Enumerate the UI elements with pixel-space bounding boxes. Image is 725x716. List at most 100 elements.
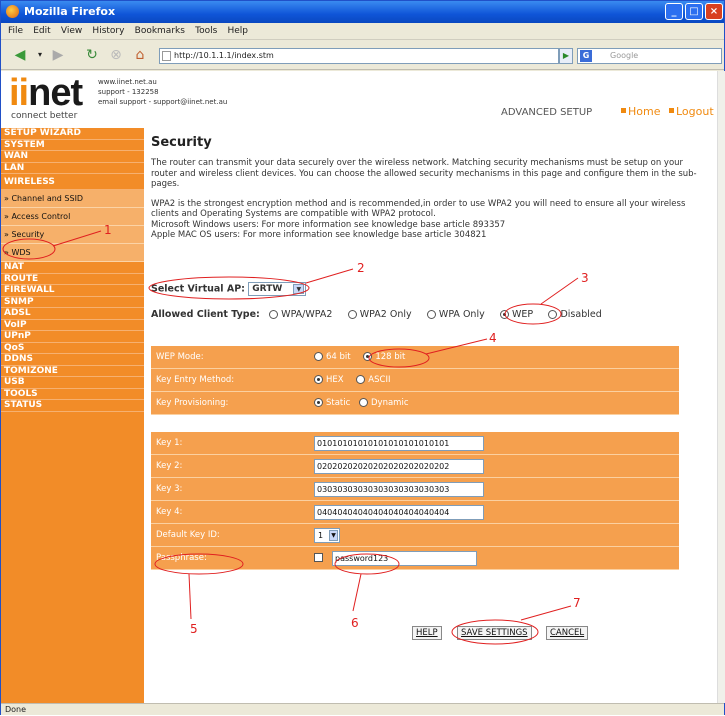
key2-row: Key 2: 02020202020202020202020202	[151, 455, 679, 478]
url-bar[interactable]: http://10.1.1.1/index.stm	[159, 48, 559, 64]
key4-input[interactable]: 04040404040404040404040404	[314, 505, 484, 520]
default-key-label: Default Key ID:	[156, 530, 220, 540]
section-label: ADVANCED SETUP	[501, 107, 593, 118]
sidebar-item-wireless[interactable]: WIRELESS	[1, 174, 144, 190]
sidebar-item-status[interactable]: STATUS	[1, 400, 144, 412]
home-icon[interactable]: ⌂	[129, 45, 151, 65]
menu-history[interactable]: History	[92, 23, 124, 40]
sidebar-item-system[interactable]: SYSTEM	[1, 140, 144, 151]
sidebar-subitem-channel-ssid[interactable]: » Channel and SSID	[1, 190, 144, 208]
sidebar-item-tomizone[interactable]: TOMIZONE	[1, 366, 144, 377]
sidebar-item-firewall[interactable]: FIREWALL	[1, 285, 144, 297]
virtual-ap-row: Select Virtual AP: GRTW ▼	[151, 282, 307, 296]
key1-input[interactable]: 01010101010101010101010101	[314, 436, 484, 451]
menu-view[interactable]: View	[61, 23, 82, 40]
wep-mode-options: 64 bit 128 bit	[314, 346, 405, 369]
key2-input[interactable]: 02020202020202020202020202	[314, 459, 484, 474]
wpa2-note: WPA2 is the strongest encryption method …	[151, 199, 711, 241]
annotation-number-4: 4	[489, 331, 497, 345]
client-option-wpa2-only[interactable]: WPA2 Only	[347, 309, 412, 320]
logo-tagline: connect better	[11, 111, 78, 121]
back-icon[interactable]: ◀	[9, 45, 31, 65]
chevron-down-icon: ▼	[293, 284, 305, 294]
save-settings-button[interactable]: SAVE SETTINGS	[457, 626, 532, 640]
search-box[interactable]: G Google	[577, 48, 722, 64]
sidebar-item-ddns[interactable]: DDNS	[1, 354, 144, 366]
vertical-scrollbar[interactable]	[717, 71, 725, 703]
virtual-ap-label: Select Virtual AP:	[151, 283, 245, 295]
menu-file[interactable]: File	[8, 23, 23, 40]
menu-bookmarks[interactable]: Bookmarks	[135, 23, 185, 40]
cancel-button[interactable]: CANCEL	[546, 626, 589, 640]
navigation-toolbar: ◀ ▾ ▶ ↻ ⊗ ⌂ http://10.1.1.1/index.stm ▶ …	[1, 40, 724, 70]
key-provisioning-row: Key Provisioning: Static Dynamic	[151, 392, 679, 415]
menu-edit[interactable]: Edit	[33, 23, 50, 40]
dynamic-radio[interactable]: Dynamic	[359, 398, 409, 408]
key3-row: Key 3: 03030303030303030303030303	[151, 478, 679, 501]
sidebar-subitem-access-control[interactable]: » Access Control	[1, 208, 144, 226]
client-option-wpa-wpa2[interactable]: WPA/WPA2	[269, 309, 332, 320]
wep-keys-panel: Key 1: 01010101010101010101010101 Key 2:…	[151, 432, 679, 570]
client-option-disabled[interactable]: Disabled	[548, 309, 602, 320]
menu-tools[interactable]: Tools	[195, 23, 217, 40]
sidebar-subitem-security[interactable]: » Security	[1, 226, 144, 244]
contact-info: www.iinet.net.au support - 132258 email …	[98, 77, 227, 107]
iinet-logo: iinet	[9, 72, 83, 114]
stop-icon[interactable]: ⊗	[105, 45, 127, 65]
menu-help[interactable]: Help	[227, 23, 248, 40]
annotation-number-7: 7	[573, 596, 581, 610]
sidebar-item-adsl[interactable]: ADSL	[1, 308, 144, 320]
key-entry-row: Key Entry Method: HEX ASCII	[151, 369, 679, 392]
home-link[interactable]: Home	[628, 105, 660, 118]
key3-label: Key 3:	[156, 484, 183, 494]
annotation-number-2: 2	[357, 261, 365, 275]
status-bar: Done	[1, 703, 724, 715]
google-icon: G	[580, 50, 592, 62]
maximize-button[interactable]: □	[685, 3, 703, 20]
client-option-wpa-only[interactable]: WPA Only	[426, 309, 485, 320]
reload-icon[interactable]: ↻	[81, 45, 103, 65]
passphrase-input[interactable]: password123	[332, 551, 477, 566]
passphrase-checkbox[interactable]	[314, 553, 323, 562]
virtual-ap-select[interactable]: GRTW ▼	[248, 282, 307, 296]
client-option-wep[interactable]: WEP	[500, 309, 533, 320]
static-radio[interactable]: Static	[314, 398, 350, 408]
page-content: iinet connect better www.iinet.net.au su…	[1, 71, 717, 703]
sidebar-subitem-wds[interactable]: » WDS	[1, 244, 144, 262]
sidebar-item-snmp[interactable]: SNMP	[1, 297, 144, 308]
sidebar-item-voip[interactable]: VoIP	[1, 320, 144, 331]
contact-website: www.iinet.net.au	[98, 78, 157, 86]
back-dropdown-icon[interactable]: ▾	[35, 45, 45, 65]
sidebar-item-tools[interactable]: TOOLS	[1, 389, 144, 400]
minimize-button[interactable]: _	[665, 3, 683, 20]
wep-settings-panel: WEP Mode: 64 bit 128 bit Key Entry Metho…	[151, 346, 679, 415]
router-header: iinet connect better www.iinet.net.au su…	[1, 71, 717, 126]
default-key-select[interactable]: 1 ▼	[314, 528, 340, 543]
close-window-button[interactable]: ×	[705, 3, 723, 20]
sidebar-item-wan[interactable]: WAN	[1, 151, 144, 163]
sidebar-item-qos[interactable]: QoS	[1, 343, 144, 354]
go-button[interactable]: ▶	[559, 48, 573, 64]
forward-icon[interactable]: ▶	[47, 45, 69, 65]
key-entry-label: Key Entry Method:	[156, 375, 235, 385]
sidebar-item-nat[interactable]: NAT	[1, 262, 144, 274]
help-button[interactable]: HELP	[412, 626, 442, 640]
logout-link[interactable]: Logout	[676, 105, 714, 118]
firefox-logo-icon	[6, 5, 19, 18]
mac-note: Apple MAC OS users: For more information…	[151, 230, 487, 240]
key4-label: Key 4:	[156, 507, 183, 517]
sidebar-item-lan[interactable]: LAN	[1, 163, 144, 174]
sidebar-item-setup-wizard[interactable]: SETUP WIZARD	[1, 128, 144, 140]
wep-64bit-radio[interactable]: 64 bit	[314, 352, 351, 362]
hex-radio[interactable]: HEX	[314, 375, 344, 385]
annotation-number-6: 6	[351, 616, 359, 630]
contact-email: email support - support@iinet.net.au	[98, 98, 228, 106]
sidebar-item-usb[interactable]: USB	[1, 377, 144, 389]
key3-input[interactable]: 03030303030303030303030303	[314, 482, 484, 497]
sidebar: SETUP WIZARD SYSTEM WAN LAN WIRELESS » C…	[1, 128, 144, 703]
sidebar-item-upnp[interactable]: UPnP	[1, 331, 144, 343]
sidebar-item-route[interactable]: ROUTE	[1, 274, 144, 285]
key4-row: Key 4: 04040404040404040404040404	[151, 501, 679, 524]
ascii-radio[interactable]: ASCII	[356, 375, 390, 385]
wep-128bit-radio[interactable]: 128 bit	[363, 352, 405, 362]
